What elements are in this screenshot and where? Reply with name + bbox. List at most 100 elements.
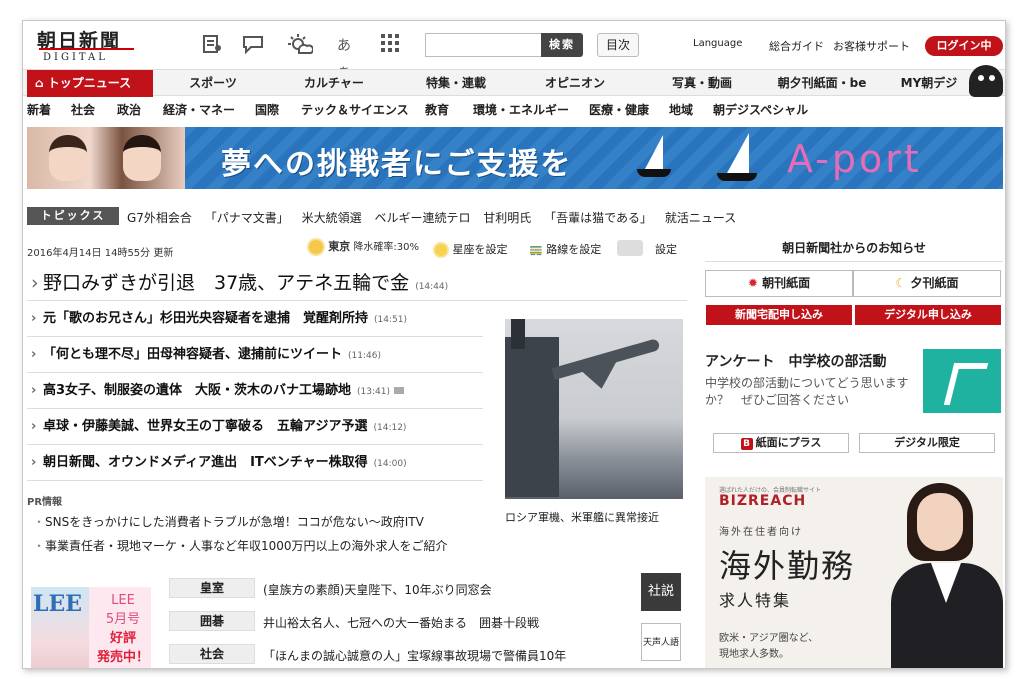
settings-link[interactable]: 設定 [655,241,677,257]
subnav-education[interactable]: 教育 [425,101,449,118]
nav-my-asahi[interactable]: MY朝デジ [893,70,965,97]
horoscope-icon [433,242,449,258]
delivery-apply-button[interactable]: 新聞宅配申し込み [706,305,852,325]
lee-logo: LEE [33,591,83,617]
search-input[interactable] [425,33,543,57]
nav-features[interactable]: 特集・連載 [411,70,501,97]
mascot-icon[interactable] [969,65,1003,97]
headline-time: (14:00) [373,459,407,469]
category-label[interactable]: 社会 [169,644,255,664]
topic-link[interactable]: ベルギー連続テロ [374,211,470,225]
nav-opinion[interactable]: オピニオン [535,70,615,97]
lead-headline[interactable]: 野口みずきが引退 37歳、アテネ五輪で金 (14:44) [27,265,687,301]
news-photo[interactable] [505,319,683,499]
site-logo-sub[interactable]: DIGITAL [43,52,108,63]
topic-link[interactable]: G7外相会合 [127,211,192,225]
paper-plus-label: 紙面にプラス [755,436,822,449]
route-label: 路線を設定 [546,243,602,256]
browser-page: 朝日新聞 DIGITAL あぁ 検索 目次 Language 総合ガイド お客様… [22,20,1006,669]
evening-paper-button[interactable]: ☾ 夕刊紙面 [853,270,1001,297]
subnav-region[interactable]: 地域 [669,101,693,118]
weather-icon[interactable] [287,33,314,59]
lee-magazine-ad[interactable]: LEE LEE 5月号 好評 発売中！ [31,587,151,668]
topic-link[interactable]: 甘利明氏 [483,211,531,225]
topic-link[interactable]: 就活ニュース [665,211,736,225]
subnav-international[interactable]: 国際 [255,101,279,118]
ad-subheading: 海外在住者向け [719,527,803,538]
subnav-society[interactable]: 社会 [71,101,95,118]
nav-photo-video[interactable]: 写真・動画 [657,70,747,97]
nav-culture[interactable]: カルチャー [289,70,379,97]
weather-widget[interactable]: 東京 降水確率:30% [307,238,419,256]
video-icon [394,387,405,394]
headline-row[interactable]: 「何とも理不尽」田母神容疑者、逮捕前にツイート (11:46) [27,337,483,373]
logo-underline [39,48,134,50]
nav-top-news[interactable]: ⌂ トップニュース [27,70,153,97]
nav-top-news-label: トップニュース [47,76,132,90]
ad-subtitle: 求人特集 [719,591,792,610]
pr-link[interactable]: 事業責任者・現地マーケ・人事など年収1000万円以上の海外求人をご紹介 [33,537,448,554]
category-headline[interactable]: 井山裕太名人、七冠への大一番始まる 囲碁十段戦 [263,614,539,631]
pr-label: PR情報 [27,497,63,508]
category-headline[interactable]: 「ほんまの誠心誠意の人」宝塚線事故現場で警備員10年 [263,647,566,664]
subnav-politics[interactable]: 政治 [117,101,141,118]
topic-link[interactable]: 「吾輩は猫である」 [544,211,652,225]
headline-row[interactable]: 卓球・伊藤美誠、世界女王の丁寧破る 五輪アジア予選 (14:12) [27,409,483,445]
nav-paper-be[interactable]: 朝夕刊紙面・be [767,70,877,97]
main-nav: ⌂ トップニュース スポーツ カルチャー 特集・連載 オピニオン 写真・動画 朝… [23,69,1005,97]
sun-icon: ✹ [747,276,758,290]
subnav-special[interactable]: 朝デジスペシャル [713,101,808,118]
subnav-health[interactable]: 医療・健康 [589,101,649,118]
language-link[interactable]: Language [693,38,742,49]
survey-logo-icon[interactable] [923,349,1001,413]
headline-time: (14:51) [374,315,407,325]
evening-paper-label: 夕刊紙面 [910,276,959,290]
comment-icon[interactable] [241,33,267,59]
guide-link[interactable]: 総合ガイド [769,38,824,54]
survey-title[interactable]: アンケート 中学校の部活動 [705,351,886,371]
support-link[interactable]: お客様サポート [833,38,910,54]
topic-link[interactable]: 米大統領選 [302,211,362,225]
horoscope-setting[interactable]: 星座を設定 [433,241,508,258]
digital-apply-button[interactable]: デジタル申し込み [855,305,1001,325]
headline-row[interactable]: 元「歌のお兄さん」杉田光央容疑者を逮捕 覚醒剤所持 (14:51) [27,301,483,337]
subnav-tech[interactable]: テック＆サイエンス [301,101,409,118]
topics-list: G7外相会合 「パナマ文書」 米大統領選 ベルギー連続テロ 甘利明氏 「吾輩は猫… [127,209,745,226]
bizreach-ad[interactable]: 選ばれた人だけの、会員制転職サイト BIZREACH 海外在住者向け 海外勤務 … [705,477,1003,668]
subnav-economy[interactable]: 経済・マネー [163,101,235,118]
headline-title: 高3女子、制服姿の遺体 大阪・茨木のバナ工場跡地 [43,383,352,398]
aport-banner[interactable]: 夢への挑戦者にご支援を A-port [27,127,1003,189]
photo-caption[interactable]: ロシア軍機、米軍艦に異常接近 [505,509,659,525]
editorial-badge[interactable]: 社説 [641,573,681,611]
news-list-icon[interactable] [199,33,225,59]
horoscope-label: 星座を設定 [452,243,508,256]
headline-time: (11:46) [348,351,381,361]
search-button[interactable]: 検索 [541,33,583,57]
survey-text[interactable]: 中学校の部活動についてどう思いますか？ ぜひご回答ください [705,375,915,409]
lee-title: LEE [111,593,135,608]
category-label[interactable]: 囲碁 [169,611,255,631]
toc-button[interactable]: 目次 [597,33,639,57]
subnav-environment[interactable]: 環境・エネルギー [473,101,569,118]
ad-body-line: 欧米・アジア圏など、 [719,633,819,644]
lee-issue: 5月号 [105,612,141,627]
category-headline[interactable]: (皇族方の素顔)天皇陛下、10年ぶり同窓会 [263,581,492,598]
speech-bubble-icon[interactable] [617,240,643,256]
pr-link[interactable]: SNSをきっかけにした消費者トラブルが急増！ココが危ない～政府ITV [33,513,424,530]
morning-paper-button[interactable]: ✹ 朝刊紙面 [705,270,853,297]
headline-row[interactable]: 朝日新聞、オウンドメディア進出 ITベンチャー株取得 (14:00) [27,445,483,481]
font-size-icon[interactable]: あぁ [331,33,357,80]
category-label[interactable]: 皇室 [169,578,255,598]
nav-sports[interactable]: スポーツ [173,70,253,97]
route-setting[interactable]: 🚃 路線を設定 [529,241,601,257]
grid-menu-icon[interactable] [377,33,403,59]
ad-model-photo [891,477,1003,668]
paper-plus-button[interactable]: B 紙面にプラス [713,433,849,453]
subnav-new[interactable]: 新着 [27,101,51,118]
topic-link[interactable]: 「パナマ文書」 [205,211,289,225]
digital-limited-button[interactable]: デジタル限定 [859,433,995,453]
login-button[interactable]: ログイン中 [925,36,1003,56]
tenseijingo-badge[interactable]: 天声人語 [641,623,681,661]
headline-row[interactable]: 高3女子、制服姿の遺体 大阪・茨木のバナ工場跡地 (13:41) [27,373,483,409]
banner-person-2 [123,135,161,181]
